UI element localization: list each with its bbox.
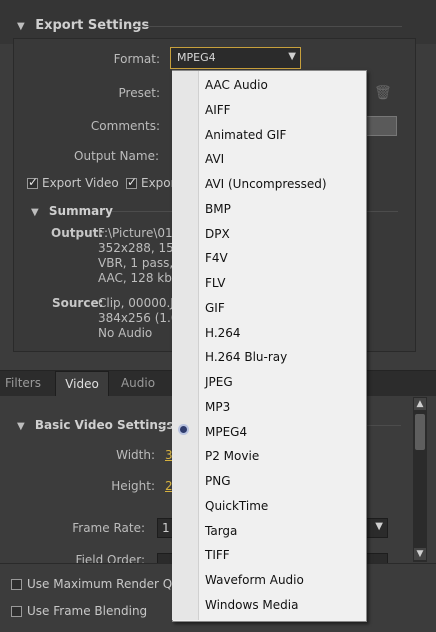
output-label: Output: [51, 226, 104, 240]
preset-label: Preset: [118, 86, 160, 100]
frame-rate-value: 1 [162, 521, 170, 535]
tab-video[interactable]: Video [55, 371, 109, 396]
format-value: MPEG4 [177, 51, 216, 64]
summary-section-title[interactable]: ▼ Summary [31, 204, 113, 218]
format-menu-item[interactable]: AIFF [205, 98, 231, 123]
dropdown-arrow-icon: ▼ [288, 51, 296, 62]
source-label: Source: [52, 296, 104, 310]
format-menu-item[interactable]: TIFF [205, 543, 230, 568]
basic-video-title: Basic Video Settings [34, 418, 174, 432]
format-menu-item[interactable]: AAC Audio [205, 73, 268, 98]
frame-rate-label: Frame Rate: [72, 521, 145, 535]
tab-audio[interactable]: Audio [112, 371, 164, 395]
output-name-label: Output Name: [74, 149, 159, 163]
tab-filters[interactable]: Filters [0, 371, 46, 395]
dropdown-arrow-icon: ▼ [375, 521, 383, 532]
comments-label: Comments: [90, 119, 160, 133]
width-label: Width: [116, 448, 155, 462]
delete-preset-icon[interactable]: 🗑 [374, 85, 392, 101]
format-menu-item[interactable]: H.264 [205, 321, 241, 346]
frame-blending-label: Use Frame Blending [27, 604, 148, 618]
frame-blending-checkbox[interactable] [11, 606, 22, 617]
format-menu-item[interactable]: FLV [205, 271, 225, 296]
format-menu-item[interactable]: Targa [205, 519, 237, 544]
export-audio-label: Expor [141, 176, 176, 190]
format-menu-item[interactable]: AVI (Uncompressed) [205, 172, 327, 197]
format-menu-item[interactable]: F4V [205, 246, 228, 271]
menu-gutter [172, 71, 199, 620]
basic-video-section-title[interactable]: ▼ Basic Video Settings [17, 418, 174, 432]
format-menu-item[interactable]: PNG [205, 469, 231, 494]
summary-title: Summary [48, 204, 113, 218]
selected-radio-bullet-icon [180, 426, 187, 433]
collapse-triangle-icon[interactable]: ▼ [17, 421, 25, 432]
export-video-label: Export Video [42, 176, 119, 190]
max-render-quality-checkbox[interactable] [11, 579, 22, 590]
scroll-up-arrow-icon[interactable]: ▲ [414, 398, 426, 410]
format-label: Format: [113, 52, 160, 66]
export-settings-section-title[interactable]: ▼ Export Settings [17, 18, 149, 33]
format-menu-item[interactable]: DPX [205, 222, 230, 247]
height-label: Height: [111, 479, 155, 493]
scroll-down-arrow-icon[interactable]: ▼ [414, 548, 426, 560]
format-dropdown[interactable]: MPEG4 ▼ [170, 47, 301, 69]
format-menu-item[interactable]: Waveform Audio [205, 568, 304, 593]
section-divider [132, 26, 402, 27]
export-video-checkbox[interactable] [27, 175, 38, 189]
comments-input[interactable] [365, 116, 397, 136]
format-menu-item[interactable]: MPEG4 [205, 420, 247, 445]
format-menu-item[interactable]: JPEG [205, 370, 233, 395]
format-menu-item[interactable]: H.264 Blu-ray [205, 345, 287, 370]
format-menu-item[interactable]: P2 Movie [205, 444, 259, 469]
collapse-triangle-icon[interactable]: ▼ [31, 207, 39, 218]
format-menu-item[interactable]: GIF [205, 296, 225, 321]
format-menu-item[interactable]: Animated GIF [205, 123, 286, 148]
format-menu-item[interactable]: QuickTime [205, 494, 268, 519]
format-menu-item[interactable]: MP3 [205, 395, 230, 420]
format-menu-item[interactable]: AVI [205, 147, 224, 172]
format-menu-item[interactable]: Windows Media [205, 593, 298, 618]
format-menu-item[interactable]: BMP [205, 197, 231, 222]
scrollbar-thumb[interactable] [415, 414, 425, 450]
export-audio-checkbox[interactable] [126, 175, 137, 189]
collapse-triangle-icon[interactable]: ▼ [17, 21, 25, 32]
